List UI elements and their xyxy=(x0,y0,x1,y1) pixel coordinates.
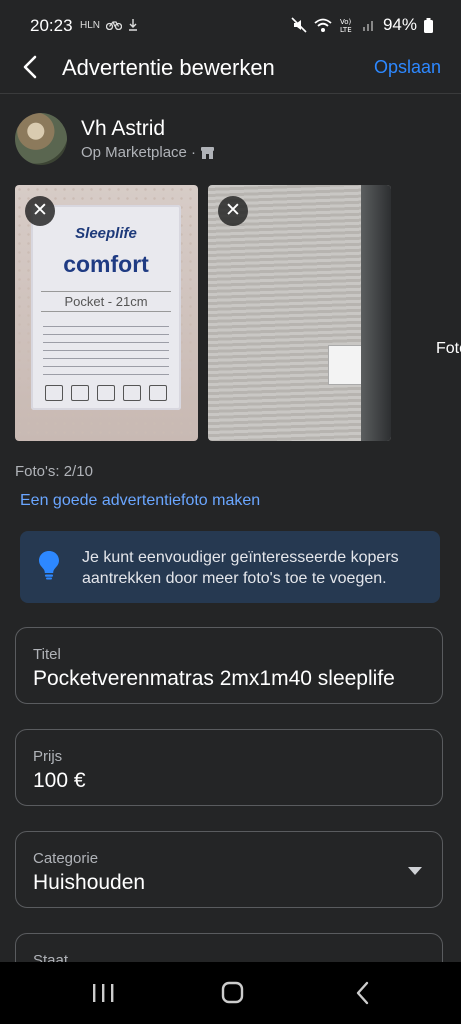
title-value[interactable]: Pocketverenmatras 2mx1m40 sleeplife xyxy=(33,667,395,691)
bike-icon xyxy=(106,21,123,30)
label-brand: Sleeplife xyxy=(75,225,137,242)
seller-info: Vh Astrid Op Marketplace · xyxy=(15,113,435,167)
price-value[interactable]: 100 € xyxy=(33,769,86,793)
seller-location: Op Marketplace · xyxy=(81,144,215,161)
caret-down-icon[interactable] xyxy=(408,867,422,875)
home-icon[interactable] xyxy=(212,980,252,1006)
title-field[interactable]: Titel Pocketverenmatras 2mx1m40 sleeplif… xyxy=(15,627,443,704)
care-symbol-icon xyxy=(123,385,141,401)
category-value[interactable]: Huishouden xyxy=(33,871,145,895)
system-nav-bar xyxy=(0,962,461,1024)
info-notice: Je kunt eenvoudiger geïnteresseerde kope… xyxy=(20,531,440,603)
listing-photo-2[interactable]: ✕ xyxy=(208,185,391,441)
price-field[interactable]: Prijs 100 € xyxy=(15,729,443,806)
marketplace-label: Op Marketplace · xyxy=(81,144,197,161)
care-symbol-icon xyxy=(149,385,167,401)
title-label: Titel xyxy=(33,646,61,663)
label-size: Pocket - 21cm xyxy=(41,291,171,312)
notice-text: Je kunt eenvoudiger geïnteresseerde kope… xyxy=(82,549,399,587)
status-bar: 20:23 HLN Vo) LTE 94% xyxy=(0,0,461,50)
care-symbol-icon xyxy=(97,385,115,401)
status-time: 20:23 xyxy=(30,16,73,35)
signal-icon xyxy=(362,21,373,31)
battery-level: 94% xyxy=(382,15,417,34)
listing-photo-1[interactable]: Sleeplife comfort Pocket - 21cm ✕ xyxy=(15,185,198,441)
remove-photo-button[interactable]: ✕ xyxy=(218,196,248,226)
mattress-label-image: Sleeplife comfort Pocket - 21cm xyxy=(31,205,181,410)
label-fine-print xyxy=(43,321,169,381)
back-arrow-icon[interactable] xyxy=(20,54,42,80)
photo-tips-link[interactable]: Een goede advertentiefoto maken xyxy=(20,492,260,510)
seller-name: Vh Astrid xyxy=(81,117,166,140)
photo-count: Foto's: 2/10 xyxy=(15,463,93,480)
hln-icon: HLN xyxy=(80,19,101,31)
care-symbol-icon xyxy=(71,385,89,401)
price-label: Prijs xyxy=(33,748,63,765)
care-symbol-icon xyxy=(45,385,63,401)
status-right-icons: Vo) LTE 94% xyxy=(291,15,433,35)
category-label: Categorie xyxy=(33,850,99,867)
page-title: Advertentie bewerken xyxy=(62,55,275,80)
care-icons xyxy=(45,385,167,401)
recent-apps-icon[interactable] xyxy=(83,980,123,1006)
avatar xyxy=(15,113,67,165)
mute-icon xyxy=(291,17,307,33)
svg-text:Vo): Vo) xyxy=(340,18,352,26)
shop-icon xyxy=(201,146,215,159)
status-left-icons: HLN xyxy=(80,19,138,31)
top-app-bar: Advertentie bewerken Opslaan xyxy=(0,44,461,94)
label-product: comfort xyxy=(63,251,149,277)
category-select[interactable]: Categorie Huishouden xyxy=(15,831,443,908)
battery-icon xyxy=(424,17,433,33)
wifi-icon xyxy=(314,18,332,32)
lightbulb-icon xyxy=(39,551,59,580)
add-photo-peek[interactable]: Foto xyxy=(436,340,461,358)
nav-back-icon[interactable] xyxy=(342,980,382,1006)
download-icon xyxy=(129,19,138,31)
svg-text:LTE: LTE xyxy=(340,26,352,33)
remove-photo-button[interactable]: ✕ xyxy=(25,196,55,226)
volte-icon: Vo)LTE xyxy=(340,18,352,33)
save-button[interactable]: Opslaan xyxy=(374,57,441,78)
mattress-tag xyxy=(328,345,374,385)
